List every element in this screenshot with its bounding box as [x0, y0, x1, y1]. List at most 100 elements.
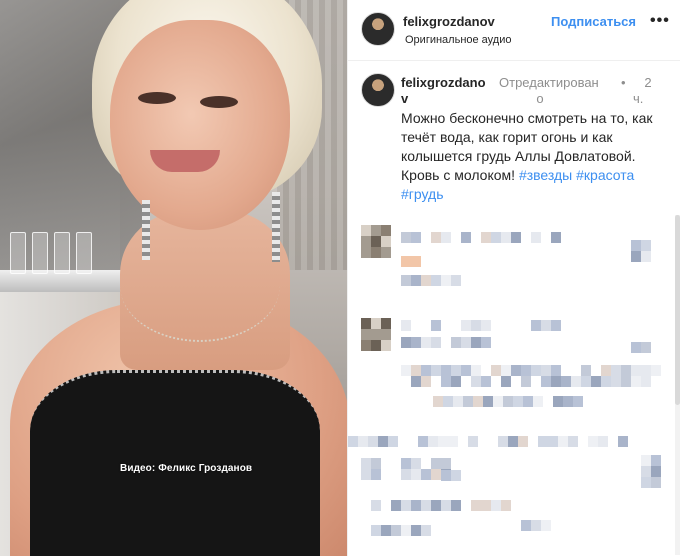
audio-label[interactable]: Оригинальное аудио — [405, 34, 512, 46]
pixel-block — [618, 436, 628, 447]
author-username[interactable]: felixgrozdanov — [403, 14, 495, 29]
pixel-block — [451, 470, 461, 481]
glass — [76, 232, 92, 274]
pixel-block — [401, 525, 411, 536]
pixel-block — [361, 340, 371, 351]
obscured-text — [361, 469, 381, 480]
post-header: felixgrozdanov Оригинальное аудио Подпис… — [348, 0, 680, 61]
pixel-block — [371, 236, 381, 247]
pixel-block — [461, 500, 471, 511]
pixel-block — [521, 365, 531, 376]
pixel-block — [381, 236, 391, 247]
obscured-text — [441, 470, 461, 481]
hashtag-link[interactable]: #звезды — [519, 167, 572, 183]
pixel-block — [451, 365, 461, 376]
video-watermark: Видео: Феликс Грозданов — [120, 463, 253, 474]
pixel-block — [411, 232, 421, 243]
pixel-block — [451, 376, 461, 387]
pixel-block — [461, 232, 471, 243]
pixel-block — [411, 500, 421, 511]
edited-label-part: Отредактирован — [499, 75, 599, 90]
separator-dot: • — [621, 75, 626, 90]
pixel-block — [401, 365, 411, 376]
obscured-text — [401, 458, 451, 469]
pixel-block — [511, 232, 521, 243]
pixel-block — [421, 376, 431, 387]
pixel-block — [411, 458, 421, 469]
pixel-block — [611, 376, 621, 387]
pixel-block — [401, 458, 411, 469]
pixel-block — [491, 232, 501, 243]
author-avatar[interactable] — [361, 12, 395, 46]
pixel-block — [531, 520, 541, 531]
pixel-block — [438, 436, 448, 447]
pixel-block — [361, 225, 371, 236]
pixel-block — [451, 500, 461, 511]
pixel-block — [388, 436, 398, 447]
pixel-block — [591, 365, 601, 376]
obscured-text — [641, 477, 661, 488]
pixel-block — [431, 275, 441, 286]
pixel-block — [408, 436, 418, 447]
pixel-block — [471, 365, 481, 376]
pixel-block — [571, 376, 581, 387]
pixel-block — [561, 365, 571, 376]
pixel-block — [361, 458, 371, 469]
pixel-block — [641, 376, 651, 387]
pixel-block — [631, 365, 641, 376]
pixel-block — [378, 436, 388, 447]
obscured-avatar — [361, 247, 391, 258]
pixel-block — [401, 469, 411, 480]
pixel-block — [631, 342, 641, 353]
pixel-block — [381, 525, 391, 536]
pixel-block — [421, 469, 431, 480]
pixel-block — [453, 396, 463, 407]
pixel-block — [598, 436, 608, 447]
follow-button[interactable]: Подписаться — [551, 14, 636, 29]
pixel-block — [518, 436, 528, 447]
pixel-block — [371, 247, 381, 258]
obscured-text — [401, 376, 661, 387]
pixel-block — [481, 365, 491, 376]
more-options-icon[interactable]: ••• — [650, 12, 670, 30]
caption-author-avatar[interactable] — [361, 73, 395, 107]
pixel-block — [511, 320, 521, 331]
post-time[interactable]: 2 ч. — [633, 75, 663, 107]
pixel-block — [428, 436, 438, 447]
pixel-block — [578, 436, 588, 447]
pixel-block — [621, 376, 631, 387]
hashtag-link[interactable]: #грудь — [401, 186, 444, 202]
necklace — [120, 230, 280, 342]
obscured-avatar — [361, 225, 391, 236]
post-side-panel: felixgrozdanov Оригинальное аудио Подпис… — [347, 0, 680, 556]
pixel-block — [651, 477, 661, 488]
pixel-block — [421, 232, 431, 243]
pixel-block — [401, 275, 411, 286]
edited-label-part: о — [536, 91, 544, 106]
obscured-text — [433, 396, 593, 407]
pixel-block — [541, 520, 551, 531]
comments-scrollbar-thumb[interactable] — [675, 215, 680, 405]
pixel-block — [541, 320, 551, 331]
pixel-block — [371, 525, 381, 536]
pixel-block — [401, 320, 411, 331]
hashtag-link[interactable]: #красота — [576, 167, 634, 183]
pixel-block — [481, 320, 491, 331]
post-video[interactable]: Видео: Феликс Грозданов — [0, 0, 347, 556]
pixel-block — [551, 365, 561, 376]
obscured-text — [401, 365, 661, 376]
pixel-block — [651, 365, 661, 376]
pixel-block — [361, 469, 371, 480]
obscured-text — [631, 240, 651, 251]
pixel-block — [433, 396, 443, 407]
obscured-text — [401, 337, 491, 348]
pixel-block — [531, 232, 541, 243]
obscured-avatar — [361, 236, 391, 247]
pixel-block — [371, 469, 381, 480]
pixel-block — [401, 376, 411, 387]
pixel-block — [361, 247, 371, 258]
edited-label: Отредактирован о — [499, 75, 599, 107]
person-mouth — [150, 150, 220, 172]
caption-username[interactable]: felixgrozdano v — [401, 75, 497, 107]
pixel-block — [461, 337, 471, 348]
